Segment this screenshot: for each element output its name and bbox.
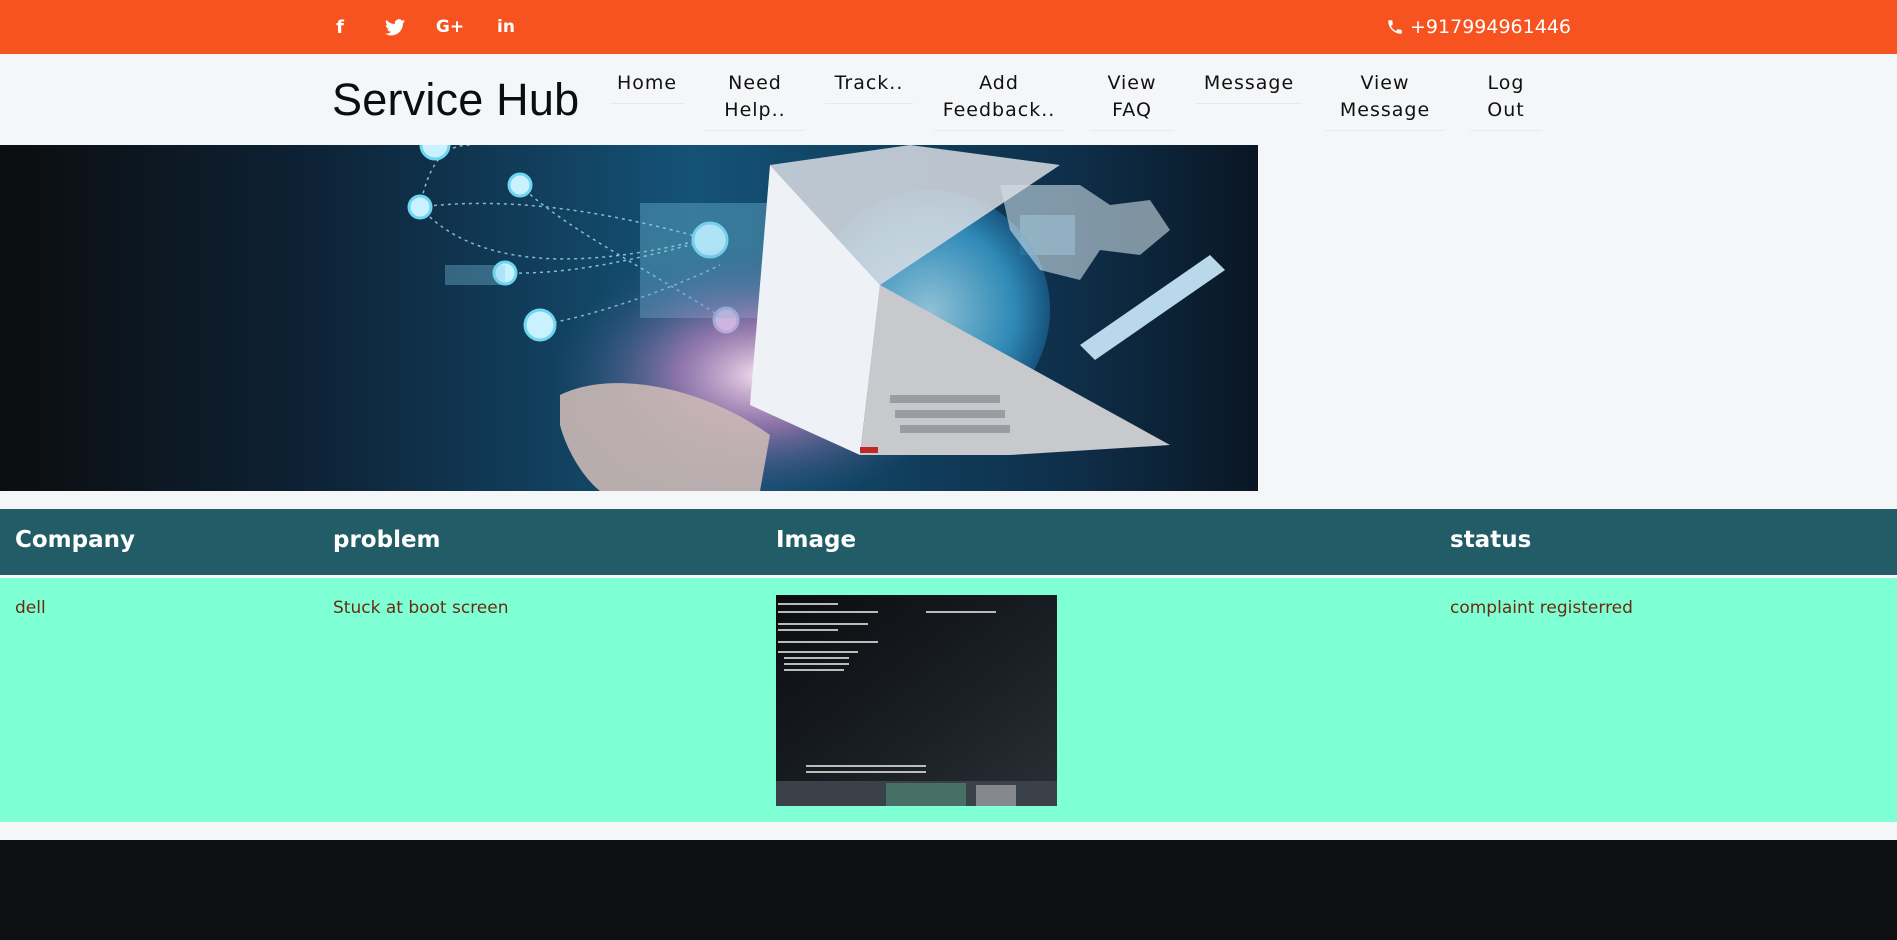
- table-header: Company problem Image status: [0, 509, 1897, 575]
- footer: [0, 840, 1897, 940]
- google-plus-icon[interactable]: G+: [435, 14, 465, 40]
- column-header-company: Company: [15, 527, 135, 553]
- hero-banner-image: [0, 145, 1258, 491]
- status-cell: complaint registerred: [1450, 598, 1633, 618]
- facebook-icon[interactable]: f: [325, 14, 355, 40]
- nav-need-help[interactable]: Need Help..: [705, 70, 805, 131]
- navbar: Service Hub Home Need Help.. Track.. Add…: [0, 54, 1897, 145]
- company-cell: dell: [15, 598, 46, 618]
- nav-home[interactable]: Home: [610, 70, 684, 104]
- nav-label: Home: [616, 72, 678, 94]
- nav-label: Log: [1487, 72, 1525, 94]
- nav-label: Add: [979, 72, 1019, 94]
- nav-view-message[interactable]: View Message: [1325, 70, 1445, 131]
- column-header-problem: problem: [333, 527, 441, 553]
- phone-icon: [1388, 20, 1402, 34]
- phone-link[interactable]: +917994961446: [1386, 0, 1571, 54]
- nav-label: Out: [1487, 99, 1525, 121]
- nav-label: View: [1360, 72, 1410, 94]
- nav-label: View: [1107, 72, 1157, 94]
- nav-label: Help..: [724, 99, 786, 121]
- nav-label: Message: [1203, 72, 1295, 94]
- nav-add-feedback[interactable]: Add Feedback..: [934, 70, 1064, 131]
- nav-label: Need: [728, 72, 782, 94]
- column-header-status: status: [1450, 527, 1532, 553]
- nav-view-faq[interactable]: View FAQ: [1090, 70, 1174, 131]
- top-bar: f G+ in +917994961446: [0, 0, 1897, 54]
- nav-label: Message: [1339, 99, 1431, 121]
- complaint-image: [776, 595, 1057, 806]
- nav-track[interactable]: Track..: [825, 70, 913, 104]
- twitter-icon[interactable]: [380, 14, 410, 40]
- nav-message[interactable]: Message: [1196, 70, 1302, 104]
- nav-label: FAQ: [1112, 99, 1152, 121]
- nav-label: Track..: [834, 72, 904, 94]
- table-row: dell Stuck at boot screen complaint regi…: [0, 578, 1897, 822]
- nav-label: Feedback..: [942, 99, 1056, 121]
- brand-logo[interactable]: Service Hub: [332, 74, 579, 126]
- phone-number: +917994961446: [1410, 16, 1571, 38]
- column-header-image: Image: [776, 527, 857, 553]
- linkedin-icon[interactable]: in: [491, 14, 521, 40]
- nav-log-out[interactable]: Log Out: [1470, 70, 1542, 131]
- problem-cell: Stuck at boot screen: [333, 598, 509, 618]
